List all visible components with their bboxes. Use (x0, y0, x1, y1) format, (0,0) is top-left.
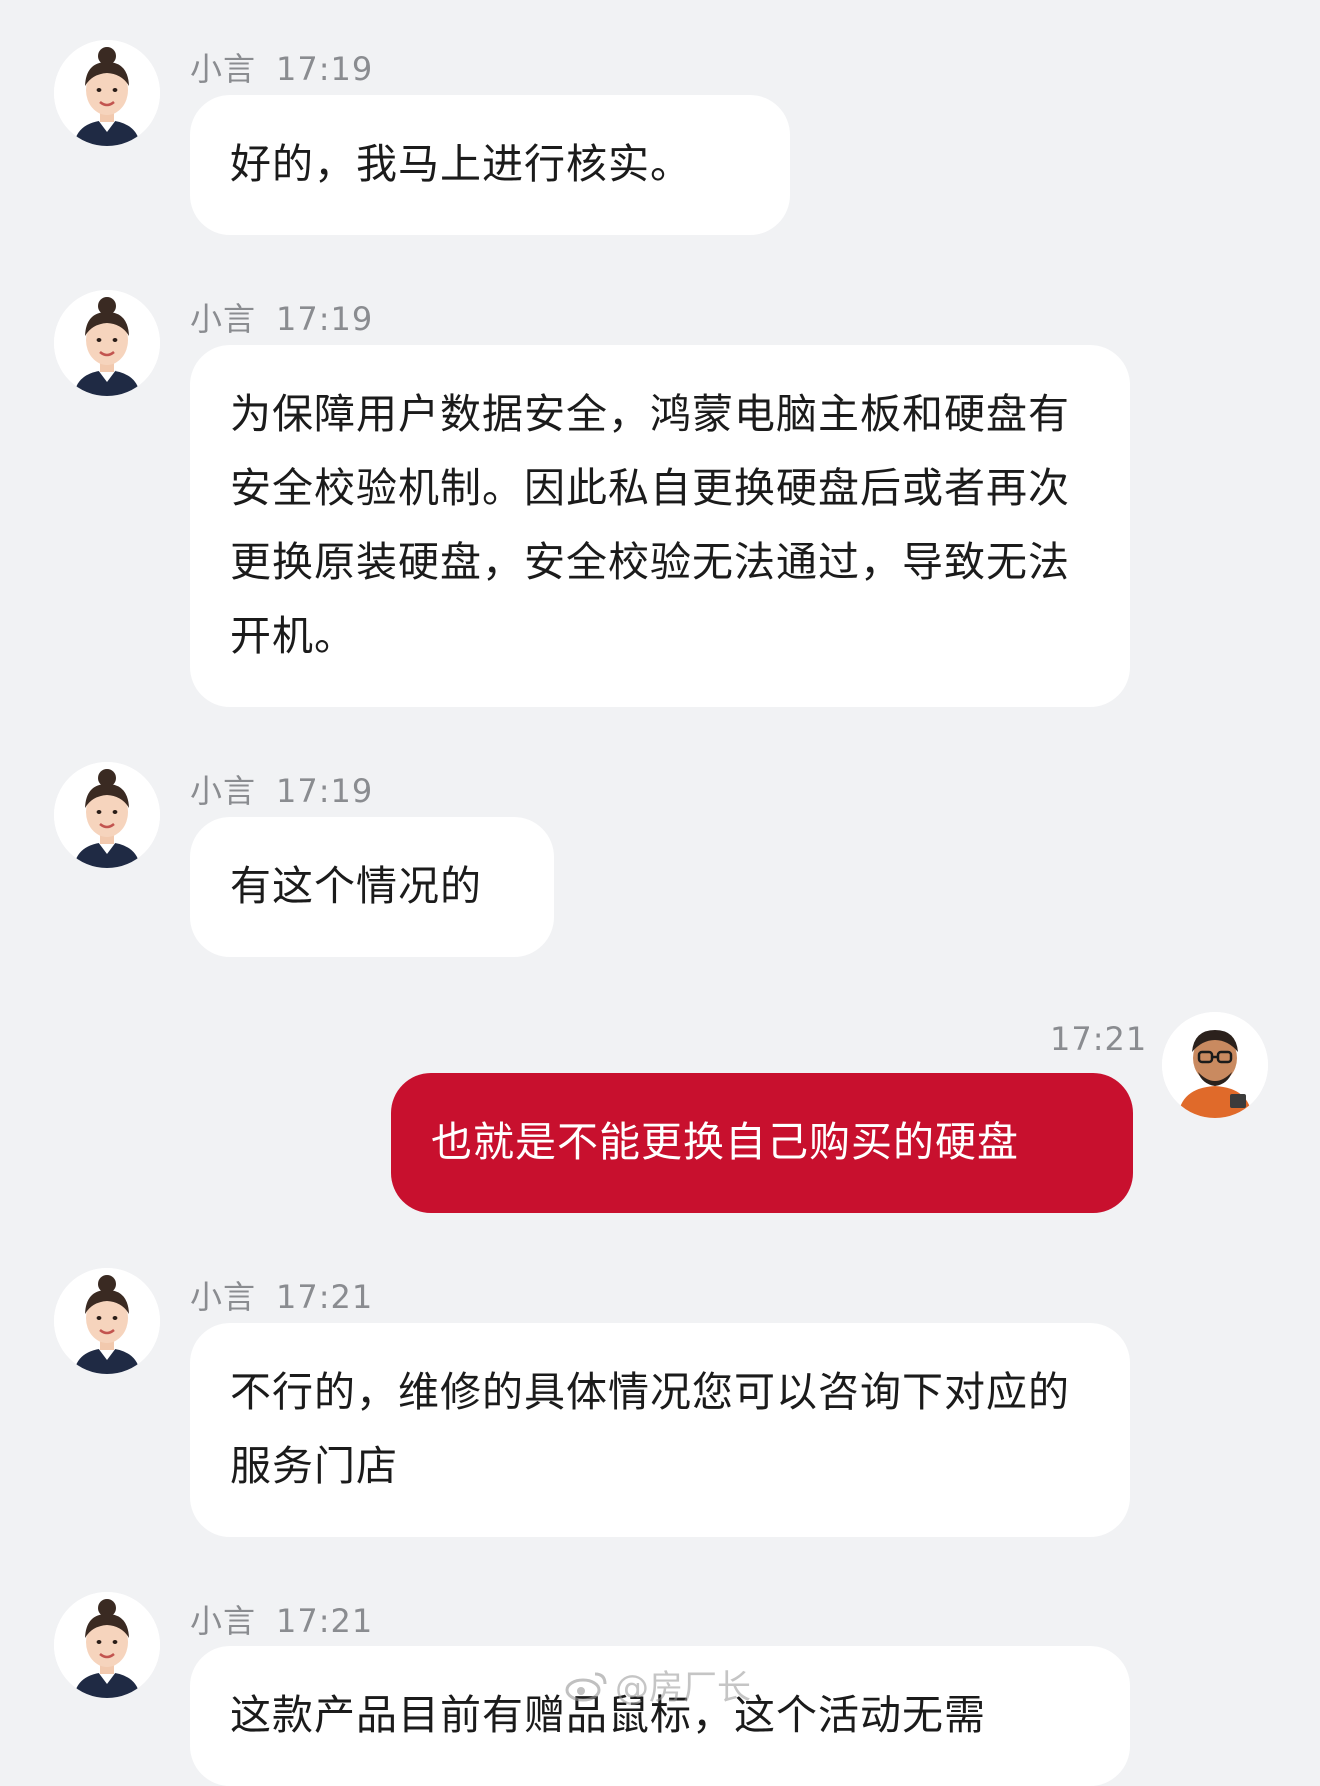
agent-avatar[interactable] (54, 1268, 160, 1374)
weibo-icon (565, 1668, 609, 1711)
message-bubble[interactable]: 为保障用户数据安全，鸿蒙电脑主板和硬盘有安全校验机制。因此私自更换硬盘后或者再次… (190, 345, 1130, 707)
message-time: 17:21 (1050, 1020, 1148, 1058)
message-time: 17:21 (276, 1278, 374, 1316)
message-bubble[interactable]: 好的，我马上进行核实。 (190, 95, 790, 235)
sender-name: 小言 (190, 50, 257, 88)
message-bubble[interactable]: 有这个情况的 (190, 817, 554, 957)
watermark: @房厂长 (565, 1660, 751, 1711)
message-text: 有这个情况的 (230, 862, 482, 910)
agent-avatar-icon (54, 1592, 160, 1698)
message-meta: 小言 17:19 (190, 44, 373, 90)
message-meta: 小言 17:21 (190, 1272, 373, 1318)
agent-avatar[interactable] (54, 290, 160, 396)
sender-name: 小言 (190, 300, 257, 338)
message-text: 好的，我马上进行核实。 (230, 140, 692, 188)
message-bubble-mine[interactable]: 也就是不能更换自己购买的硬盘 (391, 1073, 1133, 1213)
message-text: 为保障用户数据安全，鸿蒙电脑主板和硬盘有安全校验机制。因此私自更换硬盘后或者再次… (230, 390, 1070, 660)
watermark-text: @房厂长 (615, 1668, 751, 1708)
agent-avatar-icon (54, 290, 160, 396)
message-time: 17:19 (276, 300, 374, 338)
agent-avatar[interactable] (54, 1592, 160, 1698)
message-meta: 小言 17:19 (190, 294, 373, 340)
message-time: 17:21 (276, 1602, 374, 1640)
agent-avatar[interactable] (54, 40, 160, 146)
sender-name: 小言 (190, 772, 257, 810)
message-text: 不行的，维修的具体情况您可以咨询下对应的服务门店 (230, 1368, 1070, 1490)
message-meta: 小言 17:21 (190, 1596, 373, 1642)
user-avatar[interactable] (1162, 1012, 1268, 1118)
message-text: 也就是不能更换自己购买的硬盘 (431, 1118, 1019, 1166)
sender-name: 小言 (190, 1278, 257, 1316)
agent-avatar[interactable] (54, 762, 160, 868)
message-time: 17:19 (276, 772, 374, 810)
message-meta: 小言 17:19 (190, 766, 373, 812)
sender-name: 小言 (190, 1602, 257, 1640)
message-bubble[interactable]: 不行的，维修的具体情况您可以咨询下对应的服务门店 (190, 1323, 1130, 1537)
user-avatar-icon (1162, 1012, 1268, 1118)
agent-avatar-icon (54, 762, 160, 868)
agent-avatar-icon (54, 1268, 160, 1374)
message-time: 17:19 (276, 50, 374, 88)
message-meta: 17:21 (1050, 1020, 1147, 1058)
agent-avatar-icon (54, 40, 160, 146)
